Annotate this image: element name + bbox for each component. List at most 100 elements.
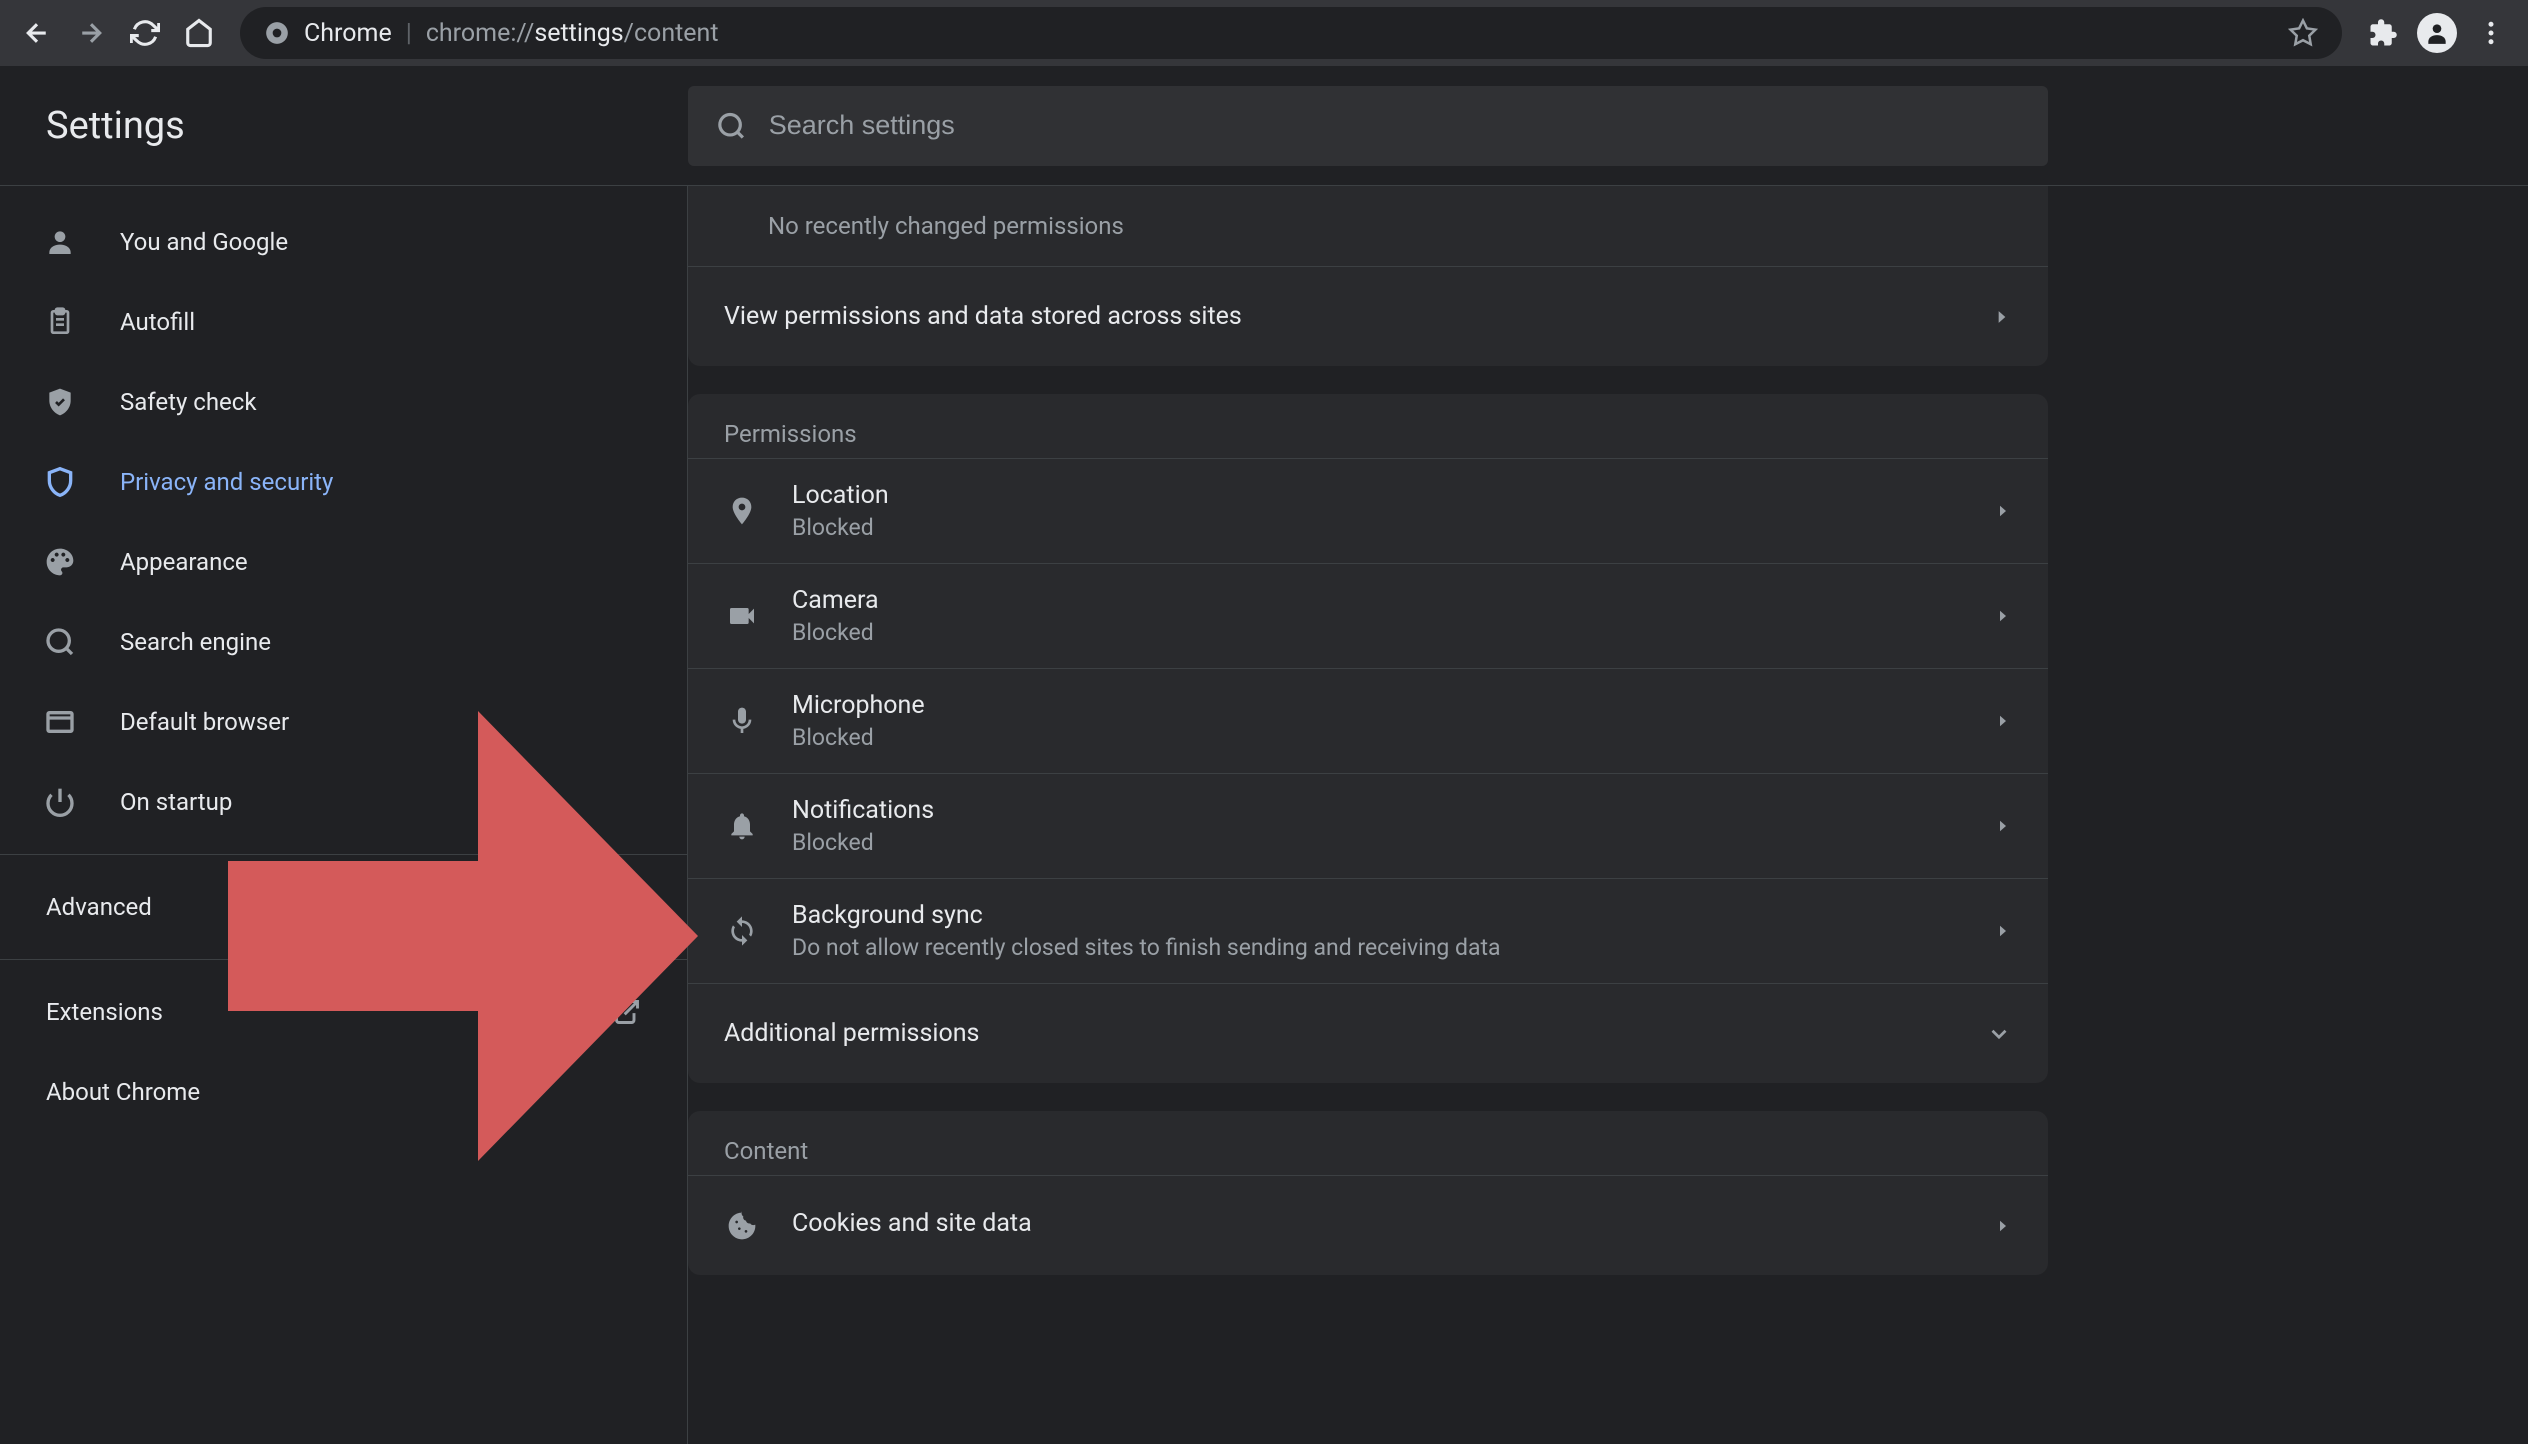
mic-icon	[724, 703, 760, 739]
sidebar-extensions[interactable]: Extensions	[0, 972, 687, 1052]
menu-button[interactable]	[2468, 10, 2514, 56]
avatar-icon	[2417, 13, 2457, 53]
sidebar-item-autofill[interactable]: Autofill	[0, 282, 687, 362]
permission-microphone[interactable]: Microphone Blocked	[688, 668, 2048, 773]
browser-icon	[42, 704, 78, 740]
profile-button[interactable]	[2414, 10, 2460, 56]
search-icon	[716, 110, 747, 142]
chevron-right-icon	[1994, 817, 2012, 835]
chevron-right-icon	[1994, 922, 2012, 940]
sidebar-item-you-and-google[interactable]: You and Google	[0, 202, 687, 282]
sidebar-item-label: You and Google	[120, 228, 288, 256]
arrow-right-icon	[76, 18, 106, 48]
search-input[interactable]	[769, 110, 2020, 141]
sidebar-item-label: Appearance	[120, 548, 248, 576]
sidebar-item-on-startup[interactable]: On startup	[0, 762, 687, 842]
about-label: About Chrome	[46, 1078, 200, 1106]
star-icon	[2288, 18, 2318, 48]
sidebar-item-search-engine[interactable]: Search engine	[0, 602, 687, 682]
view-permissions-row[interactable]: View permissions and data stored across …	[688, 266, 2048, 366]
arrow-left-icon	[22, 18, 52, 48]
sidebar-item-appearance[interactable]: Appearance	[0, 522, 687, 602]
clipboard-icon	[42, 304, 78, 340]
bell-icon	[724, 808, 760, 844]
url-display: chrome://settings/content	[426, 19, 719, 48]
palette-icon	[42, 544, 78, 580]
back-button[interactable]	[14, 10, 60, 56]
permissions-heading: Permissions	[688, 394, 2048, 458]
home-icon	[184, 18, 214, 48]
sidebar-item-label: Search engine	[120, 628, 271, 656]
recent-activity-section: No recently changed permissions View per…	[688, 186, 2048, 366]
shield-icon	[42, 464, 78, 500]
sidebar-advanced[interactable]: Advanced	[0, 867, 687, 947]
external-link-icon	[613, 998, 641, 1026]
permission-sub: Blocked	[792, 514, 1962, 541]
sidebar-about-chrome[interactable]: About Chrome	[0, 1052, 687, 1132]
chevron-right-icon	[1994, 502, 2012, 520]
content-item-title: Cookies and site data	[792, 1209, 1962, 1238]
advanced-label: Advanced	[46, 893, 152, 921]
app-header: Settings	[0, 66, 2528, 186]
browser-label: Chrome	[304, 19, 392, 48]
sidebar-item-label: Safety check	[120, 388, 257, 416]
content-heading: Content	[688, 1111, 2048, 1175]
permission-background-sync[interactable]: Background sync Do not allow recently cl…	[688, 878, 2048, 983]
chevron-down-icon	[1986, 1021, 2012, 1047]
permission-sub: Blocked	[792, 724, 1962, 751]
chevron-right-icon	[1994, 1217, 2012, 1235]
content-cookies[interactable]: Cookies and site data	[688, 1175, 2048, 1275]
shield-check-icon	[42, 384, 78, 420]
permission-camera[interactable]: Camera Blocked	[688, 563, 2048, 668]
settings-search[interactable]	[688, 86, 2048, 166]
chevron-right-icon	[1992, 307, 2012, 327]
permission-title: Location	[792, 481, 1962, 510]
permission-title: Background sync	[792, 901, 1962, 930]
permission-sub: Blocked	[792, 619, 1962, 646]
additional-permissions-label: Additional permissions	[724, 1019, 979, 1048]
sidebar-item-safety-check[interactable]: Safety check	[0, 362, 687, 442]
reload-icon	[130, 18, 160, 48]
permission-title: Microphone	[792, 691, 1962, 720]
permission-location[interactable]: Location Blocked	[688, 458, 2048, 563]
sidebar-item-label: Autofill	[120, 308, 195, 336]
extensions-button[interactable]	[2360, 10, 2406, 56]
recent-empty-text: No recently changed permissions	[688, 186, 2048, 266]
sidebar-item-label: Default browser	[120, 708, 289, 736]
additional-permissions-row[interactable]: Additional permissions	[688, 983, 2048, 1083]
extensions-label: Extensions	[46, 998, 163, 1026]
dots-vertical-icon	[2476, 18, 2506, 48]
permission-notifications[interactable]: Notifications Blocked	[688, 773, 2048, 878]
permission-sub: Blocked	[792, 829, 1962, 856]
view-permissions-label: View permissions and data stored across …	[724, 302, 1242, 331]
browser-toolbar: Chrome | chrome://settings/content	[0, 0, 2528, 66]
content-panel: No recently changed permissions View per…	[688, 186, 2528, 1444]
chevron-right-icon	[1994, 712, 2012, 730]
page-title: Settings	[0, 104, 688, 148]
sidebar-item-privacy-security[interactable]: Privacy and security	[0, 442, 687, 522]
reload-button[interactable]	[122, 10, 168, 56]
power-icon	[42, 784, 78, 820]
sync-icon	[724, 913, 760, 949]
sidebar-item-label: On startup	[120, 788, 232, 816]
home-button[interactable]	[176, 10, 222, 56]
person-icon	[42, 224, 78, 260]
address-bar[interactable]: Chrome | chrome://settings/content	[240, 7, 2342, 59]
cookie-icon	[724, 1208, 760, 1244]
permission-sub: Do not allow recently closed sites to fi…	[792, 934, 1962, 961]
content-section: Content Cookies and site data	[688, 1111, 2048, 1275]
sidebar: You and Google Autofill Safety check Pri…	[0, 186, 688, 1444]
permission-title: Notifications	[792, 796, 1962, 825]
search-icon	[42, 624, 78, 660]
sidebar-item-label: Privacy and security	[120, 468, 333, 496]
location-icon	[724, 493, 760, 529]
sidebar-item-default-browser[interactable]: Default browser	[0, 682, 687, 762]
chrome-icon	[264, 20, 290, 46]
permissions-section: Permissions Location Blocked Camera Bloc…	[688, 394, 2048, 1083]
forward-button[interactable]	[68, 10, 114, 56]
chevron-right-icon	[1994, 607, 2012, 625]
permission-title: Camera	[792, 586, 1962, 615]
puzzle-icon	[2368, 18, 2398, 48]
bookmark-button[interactable]	[2288, 18, 2318, 48]
camera-icon	[724, 598, 760, 634]
